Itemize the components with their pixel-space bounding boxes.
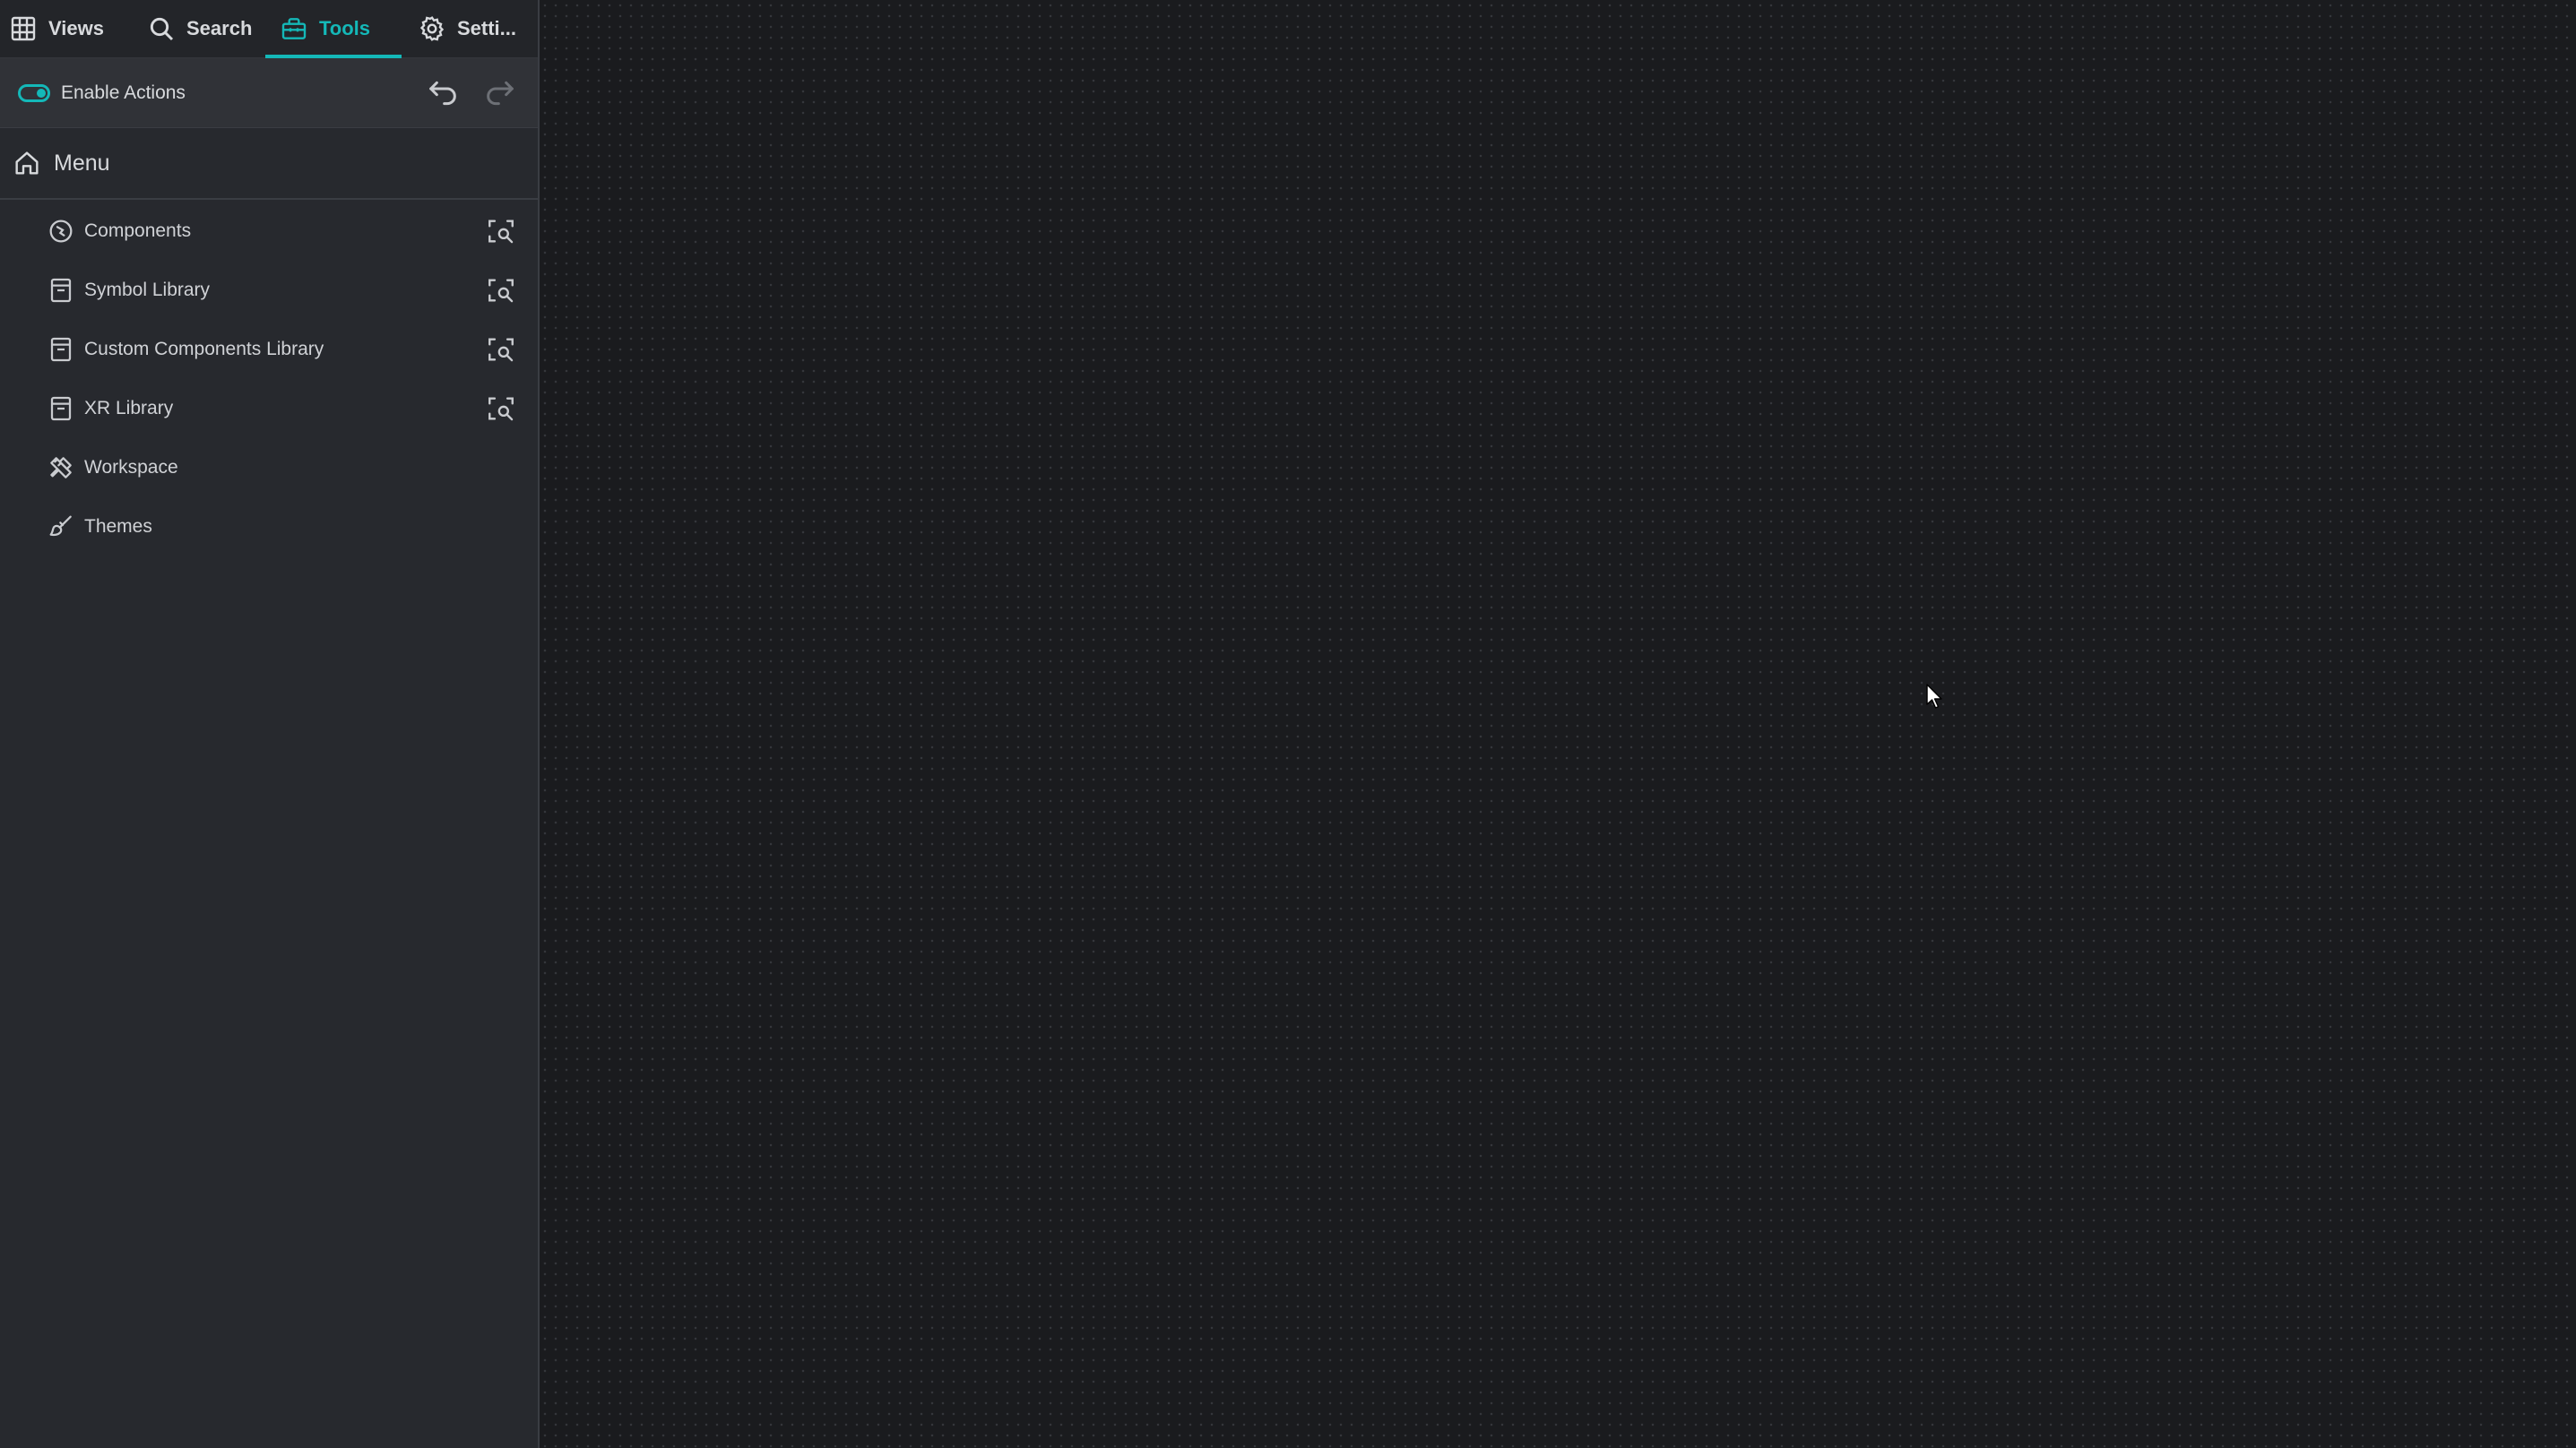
redo-button[interactable] (480, 73, 520, 113)
menu-item-symbol-library[interactable]: Symbol Library (0, 261, 538, 320)
select-region-icon[interactable] (486, 275, 516, 306)
select-region-icon[interactable] (486, 216, 516, 246)
menu-header[interactable]: Menu (0, 128, 538, 200)
undo-icon (429, 81, 456, 105)
menu-title: Menu (54, 150, 110, 176)
tab-tools-label: Tools (319, 17, 371, 39)
select-region-icon[interactable] (486, 334, 516, 365)
menu-item-xr-library[interactable]: XR Library (0, 379, 538, 438)
mouse-pointer-icon (1926, 684, 1942, 709)
toolbox-icon (281, 18, 307, 39)
tab-settings-label: Setti... (457, 17, 517, 39)
menu-list: Components Symbol Library Custom Compone… (0, 200, 538, 556)
redo-icon (487, 81, 514, 105)
library-icon (50, 396, 72, 421)
grid-icon (11, 16, 36, 41)
enable-actions-label: Enable Actions (61, 82, 186, 103)
menu-item-workspace[interactable]: Workspace (0, 438, 538, 497)
tab-search-label: Search (186, 17, 253, 39)
top-tab-bar: Views Search Tools Setti... (0, 0, 538, 58)
workspace-canvas[interactable] (540, 0, 2576, 1448)
menu-item-themes[interactable]: Themes (0, 497, 538, 556)
components-icon (49, 220, 73, 243)
tab-search[interactable]: Search (134, 0, 265, 57)
menu-item-label: XR Library (84, 398, 174, 418)
select-region-icon[interactable] (486, 393, 516, 424)
menu-item-components[interactable]: Components (0, 202, 538, 261)
enable-actions-toggle[interactable] (18, 83, 50, 102)
library-icon (50, 337, 72, 362)
app-root: Views Search Tools Setti... Enable Actio… (0, 0, 2576, 1448)
undo-button[interactable] (423, 73, 462, 113)
tools-cross-icon (50, 457, 72, 478)
brush-icon (49, 515, 72, 537)
tab-settings[interactable]: Setti... (402, 0, 538, 57)
library-icon (50, 278, 72, 303)
menu-item-label: Components (84, 220, 192, 241)
search-icon (150, 17, 174, 41)
menu-item-label: Symbol Library (84, 280, 211, 300)
menu-item-custom-components-library[interactable]: Custom Components Library (0, 320, 538, 379)
sidebar: Views Search Tools Setti... Enable Actio… (0, 0, 540, 1448)
menu-item-label: Themes (84, 516, 152, 537)
tab-views[interactable]: Views (0, 0, 134, 57)
tab-views-label: Views (48, 17, 104, 39)
menu-item-label: Workspace (84, 457, 178, 478)
menu-item-label: Custom Components Library (84, 339, 324, 359)
tab-tools[interactable]: Tools (265, 0, 402, 58)
home-icon (15, 151, 39, 175)
gear-icon (419, 16, 445, 41)
action-bar: Enable Actions (0, 58, 538, 128)
